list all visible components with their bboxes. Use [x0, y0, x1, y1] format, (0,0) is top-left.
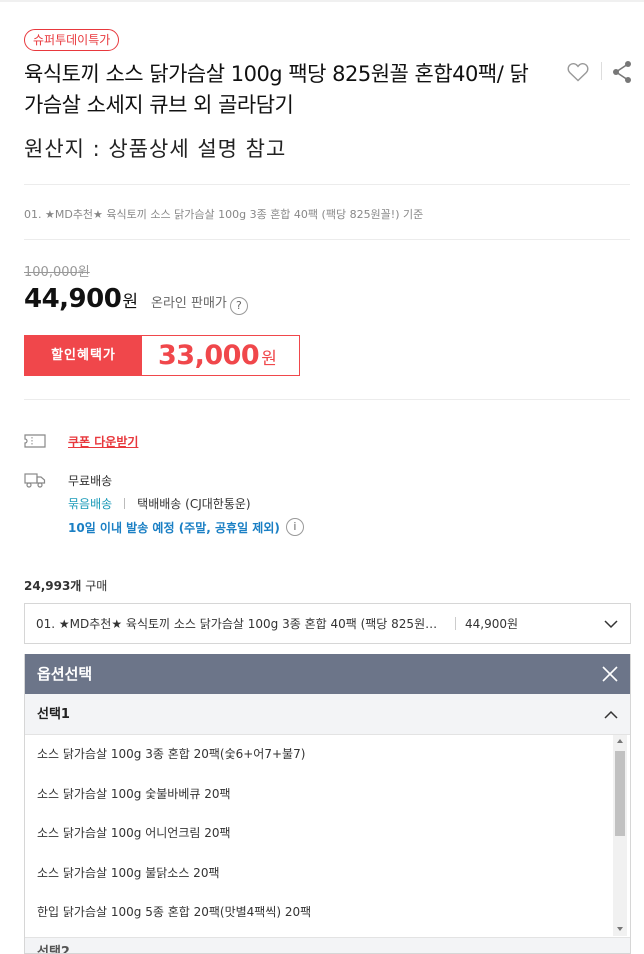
- online-price-unit: 원: [122, 292, 138, 312]
- share-icon[interactable]: [611, 60, 633, 84]
- option-select-dropdown[interactable]: 01. ★MD추천★ 육식토끼 소스 닭가슴살 100g 3종 혼합 40팩 (…: [24, 603, 631, 644]
- option-list-scrollbar[interactable]: [613, 735, 627, 936]
- coupon-icon: [24, 434, 46, 448]
- bundle-shipping-link[interactable]: 묶음배송: [68, 495, 112, 512]
- option-basis-text: 01. ★MD추천★ 육식토끼 소스 닭가슴살 100g 3종 혼합 40팩 (…: [24, 208, 424, 221]
- shipping-method-row: 묶음배송 택배배송 (CJ대한통운): [68, 495, 251, 512]
- help-icon[interactable]: ?: [229, 297, 248, 315]
- top-border: [0, 0, 644, 2]
- online-price-label: 온라인 판매가: [150, 296, 227, 311]
- option-section-1-header[interactable]: 선택1: [25, 694, 630, 735]
- discount-price: 33,000 원: [158, 340, 277, 371]
- option-select-panel: 옵션선택 선택1 소스 닭가슴살 100g 3종 혼합 20팩(숯6+어7+불7…: [24, 654, 631, 954]
- scroll-up-arrow[interactable]: [617, 739, 623, 743]
- scroll-thumb[interactable]: [615, 751, 625, 836]
- option-item[interactable]: 한입 닭가슴살 100g 5종 혼합 20팩(맛별4팩씩) 20팩: [25, 893, 613, 933]
- option-section-1-label: 선택1: [37, 707, 70, 722]
- option-item[interactable]: 소스 닭가슴살 100g 불닭소스 20팩: [25, 854, 613, 894]
- selected-option-text: 01. ★MD추천★ 육식토끼 소스 닭가슴살 100g 3종 혼합 40팩 (…: [36, 617, 446, 631]
- option-list: 소스 닭가슴살 100g 3종 혼합 20팩(숯6+어7+불7) 소스 닭가슴살…: [25, 735, 613, 933]
- heart-icon[interactable]: [566, 60, 590, 84]
- dispatch-text: 10일 이내 발송 예정 (주말, 공휴일 제외): [68, 520, 280, 535]
- online-price-row: 44,900 원 온라인 판매가 ?: [24, 284, 248, 315]
- separator: [124, 498, 126, 509]
- origin-text: 원산지 : 상품상세 설명 참고: [24, 137, 287, 161]
- product-title: 육식토끼 소스 닭가슴살 100g 팩당 825원꼴 혼합40팩/ 닭가슴살 소…: [24, 62, 529, 117]
- close-icon[interactable]: [602, 666, 618, 682]
- truck-icon: [24, 473, 46, 488]
- divider: [24, 184, 630, 185]
- free-shipping-text: 무료배송: [68, 474, 113, 488]
- original-price: 100,000원: [24, 265, 90, 280]
- option-item[interactable]: 소스 닭가슴살 100g 3종 혼합 20팩(숯6+어7+불7): [25, 735, 613, 775]
- option-item[interactable]: 소스 닭가슴살 100g 숯불바베큐 20팩: [25, 775, 613, 815]
- discount-price-box: 할인혜택가 33,000 원: [24, 335, 300, 376]
- courier-text: 택배배송 (CJ대한통운): [137, 497, 251, 511]
- divider: [24, 399, 630, 400]
- chevron-down-icon: [604, 620, 618, 629]
- chevron-up-icon: [604, 710, 618, 719]
- selected-option-price: 44,900원: [465, 617, 519, 631]
- discount-label: 할인혜택가: [25, 336, 142, 375]
- option-panel-title: 옵션선택: [37, 665, 93, 683]
- divider: [24, 239, 630, 240]
- purchase-count: 24,993개 구매: [24, 579, 108, 593]
- option-section-2-header[interactable]: 선택2: [25, 937, 630, 953]
- icon-divider: [601, 62, 602, 80]
- coupon-download-link[interactable]: 쿠폰 다운받기: [68, 433, 138, 450]
- option-panel-header: 옵션선택: [25, 654, 630, 694]
- separator: [455, 617, 456, 630]
- dispatch-estimate: 10일 이내 발송 예정 (주말, 공휴일 제외) i: [68, 518, 304, 536]
- online-price: 44,900: [24, 284, 122, 314]
- info-icon[interactable]: i: [285, 518, 304, 536]
- super-today-badge: 슈퍼투데이특가: [24, 29, 120, 51]
- option-item[interactable]: 소스 닭가슴살 100g 어니언크림 20팩: [25, 814, 613, 854]
- scroll-down-arrow[interactable]: [617, 927, 623, 931]
